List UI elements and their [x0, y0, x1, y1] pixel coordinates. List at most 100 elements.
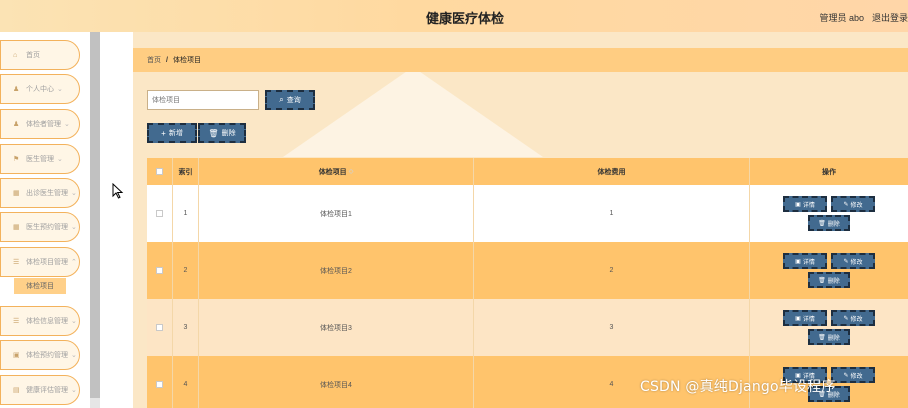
row-checkbox[interactable] — [156, 210, 163, 217]
edit-button[interactable]: ✎ 修改 — [831, 196, 875, 212]
row-index: 3 — [173, 299, 199, 356]
sidebar-scrollbar-thumb[interactable] — [90, 32, 100, 398]
sidebar-item-label: 首页 — [26, 52, 40, 59]
row-item: 体检项目1 — [199, 185, 474, 242]
grid-icon: ▦ — [13, 224, 20, 231]
row-item: 体检项目2 — [199, 242, 474, 299]
sidebar-item-label: 体检预约管理 — [26, 352, 68, 359]
trash-icon: 🗑 — [818, 334, 826, 341]
sidebar-item-label: 体检者管理 — [26, 121, 61, 128]
sidebar-item-exam-info[interactable]: ☰ 体检信息管理 ⌄ — [0, 306, 80, 336]
sidebar-item-label: 个人中心 — [26, 86, 54, 93]
row-item: 体检项目4 — [199, 356, 474, 408]
home-icon: ⌂ — [13, 51, 18, 59]
row-checkbox[interactable] — [156, 381, 163, 388]
row-checkbox[interactable] — [156, 267, 163, 274]
row-checkbox-cell — [147, 299, 173, 356]
sidebar: ⌂ 首页 ♟ 个人中心 ⌄ ♟ 体检者管理 ⌄ ⚑ 医生管理 ⌄ ▦ 出诊医生管… — [0, 32, 96, 408]
sidebar-item-label: 体检项目管理 — [26, 259, 68, 266]
query-button[interactable]: ⌕ 查询 — [265, 90, 315, 110]
query-button-label: 查询 — [286, 97, 301, 104]
row-actions: ▣ 详情 ✎ 修改 🗑 删除 — [750, 299, 908, 356]
chevron-down-icon: ⌄ — [71, 387, 77, 394]
row-actions: ▣ 详情 ✎ 修改 🗑 删除 — [750, 242, 908, 299]
chevron-up-icon: ⌃ — [71, 259, 77, 266]
sidebar-item-home[interactable]: ⌂ 首页 — [0, 40, 80, 70]
edit-button[interactable]: ✎ 修改 — [831, 253, 875, 269]
sidebar-item-visiting-doctor[interactable]: ▦ 出诊医生管理 ⌄ — [0, 178, 80, 208]
row-fee: 1 — [474, 185, 750, 242]
edit-button[interactable]: ✎ 修改 — [831, 367, 875, 383]
user-icon: ♟ — [13, 86, 20, 93]
mouse-cursor-icon — [112, 183, 124, 199]
batch-delete-button[interactable]: 🗑 删除 — [198, 123, 246, 143]
table-row: 2 体检项目2 2 ▣ 详情 ✎ 修改 🗑 删除 — [147, 242, 908, 299]
column-header-fee: 体检费用 — [474, 158, 750, 185]
row-checkbox[interactable] — [156, 324, 163, 331]
column-header-item-label: 体检项目 — [318, 168, 347, 176]
detail-icon: ▣ — [795, 201, 801, 208]
detail-icon: ▣ — [795, 258, 801, 265]
breadcrumb-current: 体检项目 — [172, 57, 201, 64]
add-button[interactable]: + 新增 — [147, 123, 197, 143]
table-header: 索引 体检项目 ◇ 体检费用 操作 — [147, 158, 908, 185]
detail-button[interactable]: ▣ 详情 — [783, 253, 827, 269]
detail-label: 详情 — [802, 202, 815, 209]
box-icon: ▣ — [13, 352, 20, 359]
sort-icon: ◇ — [348, 169, 354, 175]
edit-label: 修改 — [850, 259, 863, 266]
doc-icon: ▤ — [13, 387, 20, 394]
sidebar-item-label: 医生管理 — [26, 156, 54, 163]
breadcrumb-home[interactable]: 首页 — [147, 55, 161, 65]
select-all-checkbox[interactable] — [156, 168, 163, 175]
row-actions: ▣ 详情 ✎ 修改 🗑 删除 — [750, 185, 908, 242]
user-icon: ♟ — [13, 121, 20, 128]
flag-icon: ⚑ — [13, 156, 20, 163]
logout-link[interactable]: 退出登录 — [872, 11, 908, 24]
sidebar-item-doctor[interactable]: ⚑ 医生管理 ⌄ — [0, 144, 80, 174]
delete-label: 删除 — [827, 335, 840, 342]
detail-label: 详情 — [802, 259, 815, 266]
sidebar-item-label: 健康评估管理 — [26, 387, 68, 394]
breadcrumb-separator: / — [166, 56, 168, 64]
delete-label: 删除 — [827, 278, 840, 285]
row-delete-button[interactable]: 🗑 删除 — [808, 329, 850, 345]
row-fee: 3 — [474, 299, 750, 356]
detail-button[interactable]: ▣ 详情 — [783, 310, 827, 326]
table-row: 1 体检项目1 1 ▣ 详情 ✎ 修改 🗑 删除 — [147, 185, 908, 242]
gutter — [100, 32, 133, 408]
trash-icon: 🗑 — [818, 277, 826, 284]
sidebar-item-health-assessment[interactable]: ▤ 健康评估管理 ⌄ — [0, 375, 80, 405]
row-checkbox-cell — [147, 242, 173, 299]
breadcrumb: 首页 / 体检项目 — [133, 48, 908, 72]
detail-button[interactable]: ▣ 详情 — [783, 196, 827, 212]
chevron-down-icon: ⌄ — [71, 318, 77, 325]
row-delete-button[interactable]: 🗑 删除 — [808, 215, 850, 231]
edit-button[interactable]: ✎ 修改 — [831, 310, 875, 326]
edit-icon: ✎ — [843, 258, 849, 265]
main-content: 首页 / 体检项目 ⌕ 查询 + 新增 🗑 删除 索引 体检项目 ◇ 体检费用 … — [133, 32, 908, 408]
chevron-down-icon: ⌄ — [71, 224, 77, 231]
sidebar-item-doctor-appointment[interactable]: ▦ 医生预约管理 ⌄ — [0, 212, 80, 242]
edit-icon: ✎ — [843, 372, 849, 379]
sidebar-item-examinee[interactable]: ♟ 体检者管理 ⌄ — [0, 109, 80, 139]
top-bar: 健康医疗体检 管理员 abo 退出登录 — [0, 0, 908, 32]
column-header-actions: 操作 — [822, 168, 836, 176]
select-all-cell — [147, 158, 173, 185]
row-fee: 2 — [474, 242, 750, 299]
sidebar-item-label: 体检信息管理 — [26, 318, 68, 325]
search-input[interactable] — [147, 90, 259, 110]
edit-label: 修改 — [850, 373, 863, 380]
search-icon: ⌕ — [279, 95, 284, 104]
background-decoration — [283, 67, 543, 157]
chevron-down-icon: ⌄ — [71, 190, 77, 197]
row-index: 4 — [173, 356, 199, 408]
grid-icon: ▦ — [13, 190, 20, 197]
row-delete-button[interactable]: 🗑 删除 — [808, 272, 850, 288]
sidebar-subitem-exam-items[interactable]: 体检项目 — [14, 278, 66, 294]
sidebar-item-exam-appointment[interactable]: ▣ 体检预约管理 ⌄ — [0, 340, 80, 370]
list-icon: ☰ — [13, 318, 20, 325]
sidebar-item-personal-center[interactable]: ♟ 个人中心 ⌄ — [0, 74, 80, 104]
sidebar-item-exam-items[interactable]: ☰ 体检项目管理 ⌃ — [0, 247, 80, 277]
column-header-item[interactable]: 体检项目 ◇ — [199, 158, 474, 185]
